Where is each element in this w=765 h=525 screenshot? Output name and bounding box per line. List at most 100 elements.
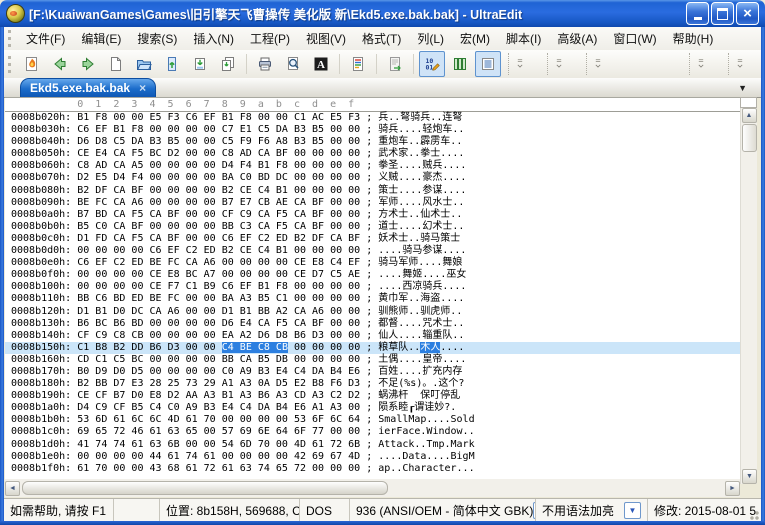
hex-row[interactable]: 0008b080h: B2 DF CA BF 00 00 00 00 B2 CE… bbox=[5, 185, 740, 197]
scroll-up-icon: ▲ bbox=[746, 112, 753, 119]
scroll-left-button[interactable]: ◄ bbox=[5, 481, 20, 496]
hex-address: 0008b190h: bbox=[11, 390, 77, 401]
syntax-dropdown-button[interactable]: ▼ bbox=[624, 502, 641, 519]
hex-row[interactable]: 0008b020h: B1 F8 00 00 E5 F3 C6 EF B1 F8… bbox=[5, 112, 740, 124]
hex-ascii-separator: ; bbox=[360, 463, 378, 474]
menu-item-7[interactable]: 列(L) bbox=[409, 27, 452, 50]
hex-bytes: 00 00 00 00 C6 EF C2 ED B2 CE C4 B1 00 0… bbox=[77, 245, 360, 256]
hex-ascii: Attack..Tmp.Mark bbox=[378, 439, 474, 450]
hex-row[interactable]: 0008b0e0h: C6 EF C2 ED BE FC CA A6 00 00… bbox=[5, 257, 740, 269]
hex-row[interactable]: 0008b1b0h: 53 6D 61 6C 6C 4D 61 70 00 00… bbox=[5, 414, 740, 426]
hex-row[interactable]: 0008b0f0h: 00 00 00 00 CE E8 BC A7 00 00… bbox=[5, 269, 740, 281]
menu-item-6[interactable]: 格式(T) bbox=[354, 27, 409, 50]
hex-bytes: D1 B1 D0 DC CA A6 00 00 D1 B1 BB A2 CA A… bbox=[77, 306, 360, 317]
hex-row[interactable]: 0008b0c0h: D1 FD CA F5 CA BF 00 00 C6 EF… bbox=[5, 233, 740, 245]
hex-row[interactable]: 0008b040h: D6 D8 C5 DA B3 B5 00 00 C5 F9… bbox=[5, 136, 740, 148]
syntax-colors-icon[interactable] bbox=[345, 51, 371, 77]
maximize-button[interactable] bbox=[711, 2, 734, 25]
tab-ekd5[interactable]: Ekd5.exe.bak.bak × bbox=[20, 78, 156, 97]
menu-item-1[interactable]: 编辑(E) bbox=[73, 27, 129, 50]
toolbar-overflow-icon[interactable] bbox=[689, 53, 708, 75]
hex-bytes: 53 6D 61 6C 6C 4D 61 70 00 00 00 00 53 6… bbox=[77, 414, 360, 425]
line-list-icon[interactable] bbox=[475, 51, 501, 77]
menu-item-8[interactable]: 宏(M) bbox=[452, 27, 498, 50]
hex-row[interactable]: 0008b060h: C8 AD CA A5 00 00 00 00 D4 F4… bbox=[5, 160, 740, 172]
flame-document-icon[interactable] bbox=[19, 51, 45, 77]
horizontal-scroll-thumb[interactable] bbox=[22, 481, 388, 495]
menubar-grip[interactable] bbox=[8, 30, 13, 47]
toolbar-grip[interactable] bbox=[8, 56, 13, 73]
hex-row[interactable]: 0008b0b0h: B5 C0 CA BF 00 00 00 00 BB C3… bbox=[5, 221, 740, 233]
hex-row[interactable]: 0008b190h: CE CF B7 D0 E8 D2 AA A3 B1 A3… bbox=[5, 390, 740, 402]
hex-row[interactable]: 0008b1c0h: 69 65 72 46 61 63 65 00 57 69… bbox=[5, 426, 740, 438]
hex-row[interactable]: 0008b1f0h: 61 70 00 00 43 68 61 72 61 63… bbox=[5, 463, 740, 475]
font-icon[interactable]: A bbox=[308, 51, 334, 77]
resize-grip[interactable] bbox=[746, 507, 759, 520]
forward-icon[interactable] bbox=[75, 51, 101, 77]
hex-row[interactable]: 0008b120h: D1 B1 D0 DC CA A6 00 00 D1 B1… bbox=[5, 306, 740, 318]
vertical-scroll-thumb[interactable] bbox=[742, 124, 757, 152]
hex-row[interactable]: 0008b160h: CD C1 C5 BC 00 00 00 00 BB CA… bbox=[5, 354, 740, 366]
column-mode-icon[interactable] bbox=[447, 51, 473, 77]
scroll-up-button[interactable]: ▲ bbox=[742, 108, 757, 123]
hex-address: 0008b1f0h: bbox=[11, 463, 77, 474]
menu-items: 文件(F)编辑(E)搜索(S)插入(N)工程(P)视图(V)格式(T)列(L)宏… bbox=[18, 27, 721, 50]
hex-ascii: ....舞姬....巫女 bbox=[378, 269, 466, 280]
open-folder-icon[interactable] bbox=[131, 51, 157, 77]
hex-row[interactable]: 0008b0d0h: 00 00 00 00 C6 EF C2 ED B2 CE… bbox=[5, 245, 740, 257]
vertical-scrollbar[interactable]: ▲ ▼ bbox=[740, 108, 757, 484]
hex-row[interactable]: 0008b0a0h: B7 BD CA F5 CA BF 00 00 CF C9… bbox=[5, 209, 740, 221]
hex-row[interactable]: 0008b150h: C1 B8 B2 DD B6 D3 00 00 C4 BE… bbox=[5, 342, 740, 354]
hex-row[interactable]: 0008b140h: CF C9 C8 CB 00 00 00 00 EA A2… bbox=[5, 330, 740, 342]
hex-row[interactable]: 0008b070h: D2 E5 D4 F4 00 00 00 00 BA C0… bbox=[5, 172, 740, 184]
menu-item-11[interactable]: 窗口(W) bbox=[605, 27, 664, 50]
reformat-icon[interactable] bbox=[382, 51, 408, 77]
tab-close-icon[interactable]: × bbox=[139, 82, 146, 94]
menu-item-3[interactable]: 插入(N) bbox=[185, 27, 242, 50]
hex-row[interactable]: 0008b110h: BB C6 BD ED BE FC 00 00 BA A3… bbox=[5, 293, 740, 305]
menu-item-2[interactable]: 搜索(S) bbox=[129, 27, 185, 50]
tab-list-dropdown-icon[interactable]: ▼ bbox=[738, 83, 747, 93]
hex-edit-icon[interactable]: 1001 bbox=[419, 51, 445, 77]
menu-item-0[interactable]: 文件(F) bbox=[18, 27, 73, 50]
toolbar-overflow-icon[interactable] bbox=[728, 53, 747, 75]
print-icon[interactable] bbox=[252, 51, 278, 77]
minimize-button[interactable] bbox=[686, 2, 709, 25]
hex-row[interactable]: 0008b030h: C6 EF B1 F8 00 00 00 00 C7 E1… bbox=[5, 124, 740, 136]
toolbar-overflow-icon[interactable] bbox=[586, 53, 605, 75]
save-all-icon[interactable] bbox=[215, 51, 241, 77]
menu-item-12[interactable]: 帮助(H) bbox=[665, 27, 722, 50]
open-ftp-icon[interactable] bbox=[159, 51, 185, 77]
print-preview-icon[interactable] bbox=[280, 51, 306, 77]
dropdown-icon: ▼ bbox=[629, 506, 637, 515]
menu-item-4[interactable]: 工程(P) bbox=[242, 27, 298, 50]
hex-row[interactable]: 0008b1d0h: 41 74 74 61 63 6B 00 00 54 6D… bbox=[5, 439, 740, 451]
hex-ascii: 拳圣....贼兵.... bbox=[378, 160, 466, 171]
hex-editor[interactable]: 0 1 2 3 4 5 6 7 8 9 a b c d e f 0008b020… bbox=[5, 97, 740, 479]
title-bar[interactable]: [F:\KuaiwanGames\Games\旧引擎天飞曹操传 美化版 新\Ek… bbox=[0, 0, 765, 27]
scroll-down-button[interactable]: ▼ bbox=[742, 469, 757, 484]
hex-ascii: 骑兵....轻炮车.. bbox=[378, 124, 464, 135]
hex-row[interactable]: 0008b1a0h: D4 C9 CF B5 C4 C0 A9 B3 E4 C4… bbox=[5, 402, 740, 414]
hex-bytes: C6 EF B1 F8 00 00 00 00 C7 E1 C5 DA B3 B… bbox=[77, 124, 360, 135]
toolbar-overflow-icon[interactable] bbox=[547, 53, 566, 75]
horizontal-scrollbar[interactable]: ◄ ► bbox=[5, 479, 740, 497]
save-file-icon[interactable] bbox=[187, 51, 213, 77]
menu-item-5[interactable]: 视图(V) bbox=[298, 27, 354, 50]
hex-row[interactable]: 0008b090h: BE FC CA A6 00 00 00 00 B7 E7… bbox=[5, 197, 740, 209]
hex-ascii: 蜗沸杆 保叮停乱 bbox=[378, 390, 460, 401]
close-button[interactable]: × bbox=[736, 2, 759, 25]
hex-row[interactable]: 0008b100h: 00 00 00 00 CE F7 C1 B9 C6 EF… bbox=[5, 281, 740, 293]
hex-row[interactable]: 0008b180h: B2 BB D7 E3 28 25 73 29 A1 A3… bbox=[5, 378, 740, 390]
back-icon[interactable] bbox=[47, 51, 73, 77]
hex-row[interactable]: 0008b050h: CE E4 CA F5 BC D2 00 00 C8 AD… bbox=[5, 148, 740, 160]
hex-row[interactable]: 0008b1e0h: 00 00 00 00 44 61 74 61 00 00… bbox=[5, 451, 740, 463]
menu-item-10[interactable]: 高级(A) bbox=[549, 27, 605, 50]
hex-ascii-separator: ; bbox=[360, 366, 378, 377]
scroll-right-button[interactable]: ► bbox=[725, 481, 740, 496]
menu-item-9[interactable]: 脚本(I) bbox=[498, 27, 549, 50]
hex-row[interactable]: 0008b130h: B6 BC B6 BD 00 00 00 00 D6 E4… bbox=[5, 318, 740, 330]
new-file-icon[interactable] bbox=[103, 51, 129, 77]
hex-row[interactable]: 0008b170h: B0 D9 D0 D5 00 00 00 00 C0 A9… bbox=[5, 366, 740, 378]
toolbar-overflow-icon[interactable] bbox=[508, 53, 527, 75]
